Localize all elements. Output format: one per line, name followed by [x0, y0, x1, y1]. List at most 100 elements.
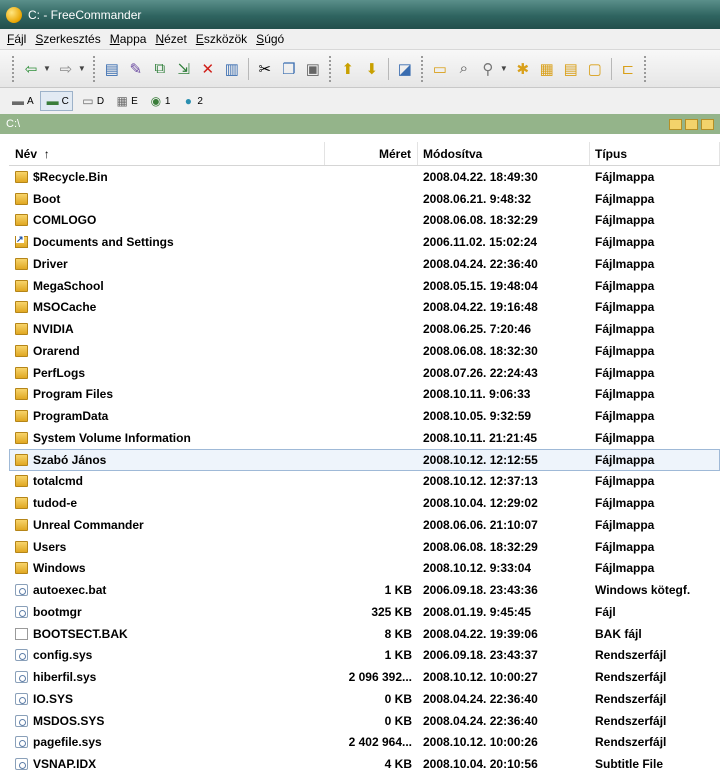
- column-header-type[interactable]: Típus: [590, 142, 720, 165]
- view-file-icon[interactable]: ▤: [101, 58, 123, 80]
- menu-item-1[interactable]: Szerkesztés: [32, 32, 106, 46]
- table-row[interactable]: hiberfil.sys 2 096 392... 2008.10.12. 10:0…: [9, 666, 720, 688]
- edit-file-icon[interactable]: ✎: [125, 58, 147, 80]
- toolbar-grip[interactable]: [643, 55, 647, 82]
- toolbar-grip[interactable]: [12, 55, 15, 82]
- drive-button-5[interactable]: ● 2: [176, 91, 206, 111]
- table-row[interactable]: Windows 2008.10.12. 9:33:04 Fájlmappa: [9, 558, 720, 580]
- history-folder-icon[interactable]: [701, 118, 714, 130]
- column-header-size[interactable]: Méret: [325, 142, 418, 165]
- system-file-icon: [15, 671, 28, 684]
- table-row[interactable]: Boot 2008.06.21. 9:48:32 Fájlmappa: [9, 188, 720, 210]
- toolbar-grip[interactable]: [328, 55, 332, 82]
- table-row[interactable]: BOOTSECT.BAK 8 KB 2008.04.22. 19:39:06 BAK …: [9, 623, 720, 645]
- compare-icon[interactable]: ◪: [394, 58, 416, 80]
- optical-drive-icon: ▭: [82, 94, 94, 108]
- table-row[interactable]: Driver 2008.04.24. 22:36:40 Fájlmappa: [9, 253, 720, 275]
- table-row[interactable]: MSDOS.SYS 0 KB 2008.04.24. 22:36:40 Rendsze…: [9, 710, 720, 732]
- drive-button-0[interactable]: ▬ A: [6, 91, 37, 111]
- menu-item-2[interactable]: Mappa: [107, 32, 153, 46]
- file-name-cell: Unreal Commander: [9, 518, 325, 532]
- file-type: Fájlmappa: [595, 387, 655, 402]
- column-header-modified[interactable]: Módosítva: [418, 142, 590, 165]
- favorites-icon[interactable]: ✱: [512, 58, 534, 80]
- current-path[interactable]: C:\: [6, 118, 20, 130]
- column-header-row: Név ↑ Méret Módosítva Típus: [9, 142, 720, 166]
- table-row[interactable]: $Recycle.Bin 2008.04.22. 18:49:30 Fájlmapp…: [9, 166, 720, 188]
- file-modified: 2008.10.04. 12:29:02: [423, 496, 538, 511]
- folder-size-icon[interactable]: ▤: [560, 58, 582, 80]
- drive-button-4[interactable]: ◉ 1: [144, 91, 174, 111]
- file-name: Szabó János: [33, 452, 107, 467]
- unpack-icon[interactable]: ⬇: [361, 58, 383, 80]
- table-row[interactable]: Program Files 2008.10.11. 9:06:33 Fájlmapp…: [9, 384, 720, 406]
- file-name-cell: ProgramData: [9, 409, 325, 423]
- file-list[interactable]: Név ↑ Méret Módosítva Típus $Recycle.Bin…: [9, 142, 720, 775]
- forward-arrow-icon[interactable]: ⇨: [55, 58, 77, 80]
- pack-icon[interactable]: ⬆: [337, 58, 359, 80]
- cut-icon[interactable]: ✂: [254, 58, 276, 80]
- table-row[interactable]: tudod-e 2008.10.04. 12:29:02 Fájlmappa: [9, 492, 720, 514]
- system-file-icon: [15, 714, 28, 727]
- file-name-cell: Documents and Settings: [9, 235, 325, 249]
- folder-icon: [15, 366, 28, 379]
- table-row[interactable]: autoexec.bat 1 KB 2006.09.18. 23:43:36 Wind…: [9, 579, 720, 601]
- table-row[interactable]: PerfLogs 2008.07.26. 22:24:43 Fájlmappa: [9, 362, 720, 384]
- tree-view-icon[interactable]: ⊏: [617, 58, 639, 80]
- table-row[interactable]: ProgramData 2008.10.05. 9:32:59 Fájlmappa: [9, 405, 720, 427]
- table-row[interactable]: Szabó János 2008.10.12. 12:12:55 Fájlmappa: [9, 448, 720, 471]
- menu-item-0[interactable]: Fájl: [4, 32, 32, 46]
- move-to-icon[interactable]: ⇲: [173, 58, 195, 80]
- file-name-cell: BOOTSECT.BAK: [9, 627, 325, 641]
- table-row[interactable]: pagefile.sys 2 402 964... 2008.10.12. 10:0…: [9, 732, 720, 754]
- menu-item-4[interactable]: Eszközök: [193, 32, 253, 46]
- folder-tree-icon[interactable]: ▢: [584, 58, 606, 80]
- toolbar-grip[interactable]: [420, 55, 424, 82]
- copy-icon[interactable]: ❐: [278, 58, 300, 80]
- parent-folder-icon[interactable]: [685, 118, 698, 130]
- table-row[interactable]: NVIDIA 2008.06.25. 7:20:46 Fájlmappa: [9, 318, 720, 340]
- drive-button-1[interactable]: ▬ C: [39, 91, 73, 111]
- table-row[interactable]: System Volume Information 2008.10.11. 21:…: [9, 427, 720, 449]
- delete-icon[interactable]: ✕: [197, 58, 219, 80]
- filter-icon[interactable]: ⚲: [477, 58, 499, 80]
- back-arrow-icon[interactable]: ⇦: [20, 58, 42, 80]
- table-row[interactable]: COMLOGO 2008.06.08. 18:32:29 Fájlmappa: [9, 210, 720, 232]
- root-folder-icon[interactable]: [669, 118, 682, 130]
- new-folder-icon[interactable]: ▭: [429, 58, 451, 80]
- file-size: 4 KB: [384, 757, 412, 772]
- toolbar-grip[interactable]: [92, 55, 96, 82]
- column-header-name[interactable]: Név ↑: [9, 142, 325, 165]
- kb-folder-icon[interactable]: ▦: [536, 58, 558, 80]
- copy-to-icon[interactable]: ⧉: [149, 58, 171, 80]
- table-row[interactable]: VSNAP.IDX 4 KB 2008.10.04. 20:10:56 Subtitl…: [9, 753, 720, 775]
- table-row[interactable]: MSOCache 2008.04.22. 19:16:48 Fájlmappa: [9, 297, 720, 319]
- table-row[interactable]: IO.SYS 0 KB 2008.04.24. 22:36:40 Rendszerfá…: [9, 688, 720, 710]
- back-dropdown-icon[interactable]: ▼: [43, 64, 51, 73]
- menu-item-3[interactable]: Nézet: [152, 32, 192, 46]
- file-modified: 2008.10.12. 10:00:27: [423, 670, 538, 685]
- file-modified: 2008.10.11. 9:06:33: [423, 387, 531, 402]
- menu-item-5[interactable]: Súgó: [253, 32, 290, 46]
- file-name: pagefile.sys: [33, 735, 102, 750]
- forward-dropdown-icon[interactable]: ▼: [78, 64, 86, 73]
- rename-icon[interactable]: ▥: [221, 58, 243, 80]
- drive-button-2[interactable]: ▭ D: [76, 91, 107, 111]
- file-modified: 2008.06.21. 9:48:32: [423, 191, 532, 206]
- table-row[interactable]: Unreal Commander 2008.06.06. 21:10:07 Fájl…: [9, 514, 720, 536]
- drive-button-3[interactable]: ▦ E: [110, 91, 141, 111]
- file-name: Program Files: [33, 387, 114, 402]
- search-icon[interactable]: ⌕: [453, 58, 475, 80]
- menu-bar: Fájl Szerkesztés Mappa Nézet Eszközök Súgó: [0, 29, 720, 49]
- paste-icon[interactable]: ▣: [302, 58, 324, 80]
- table-row[interactable]: bootmgr 325 KB 2008.01.19. 9:45:45 Fájl: [9, 601, 720, 623]
- filter-dropdown-icon[interactable]: ▼: [500, 64, 508, 73]
- freecommander-app-icon: [6, 6, 22, 23]
- table-row[interactable]: MegaSchool 2008.05.15. 19:48:04 Fájlmappa: [9, 275, 720, 297]
- table-row[interactable]: Users 2008.06.08. 18:32:29 Fájlmappa: [9, 536, 720, 558]
- table-row[interactable]: Documents and Settings 2006.11.02. 15:02:…: [9, 231, 720, 253]
- folder-icon: [15, 192, 28, 205]
- table-row[interactable]: Orarend 2008.06.08. 18:32:30 Fájlmappa: [9, 340, 720, 362]
- table-row[interactable]: config.sys 1 KB 2006.09.18. 23:43:37 Rendsz…: [9, 645, 720, 667]
- table-row[interactable]: totalcmd 2008.10.12. 12:37:13 Fájlmappa: [9, 471, 720, 493]
